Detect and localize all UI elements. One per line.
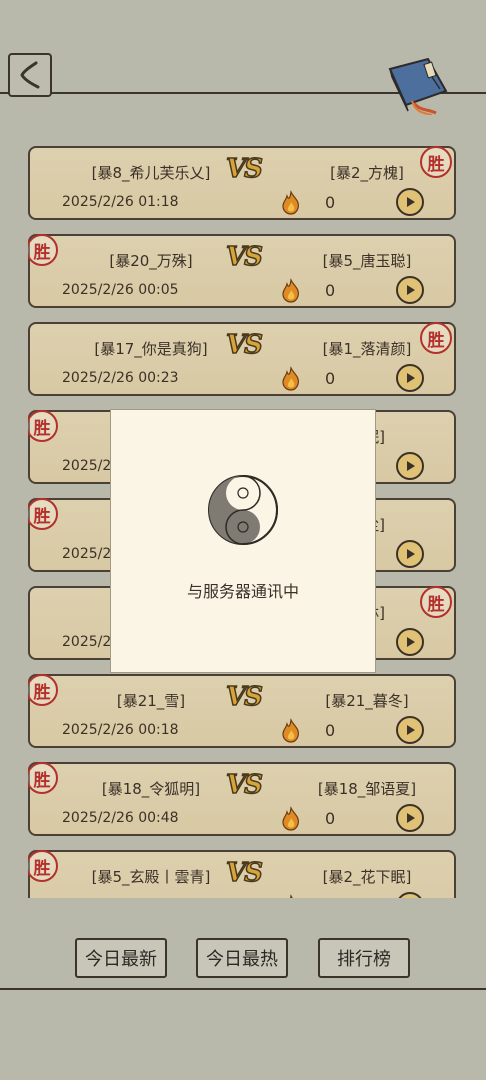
player-left-name: [暴18_令狐明]: [101, 780, 201, 798]
fire-icon: [282, 806, 299, 831]
fire-icon: [286, 894, 293, 898]
tab-today-hottest[interactable]: 今日最热: [196, 938, 288, 978]
fire-icon: [282, 366, 299, 391]
match-card[interactable]: 胜 [暴20_万殊] VS [暴5_唐玉聪] 2025/2/26 00:05 0: [28, 234, 456, 308]
fire-icon: [282, 190, 299, 215]
win-seal-icon: 胜: [28, 850, 58, 882]
heat-count: 0: [325, 281, 336, 300]
player-left-name: [暴5_玄殿丨雲青]: [91, 868, 211, 886]
play-icon: [407, 373, 415, 383]
player-right-name: [暴1_落清颜]: [322, 340, 412, 358]
match-card[interactable]: 胜 [暴8_希儿芙乐乂] VS [暴2_方槐] 2025/2/26 01:18 0: [28, 146, 456, 220]
play-icon: [407, 461, 415, 471]
match-card[interactable]: 胜 [暴5_玄殿丨雲青] VS [暴2_花下眠]: [28, 850, 456, 898]
win-seal-icon: 胜: [28, 762, 58, 794]
vs-label: VS: [225, 857, 263, 889]
win-seal-icon: 胜: [28, 498, 58, 530]
replay-button[interactable]: [396, 452, 424, 480]
heat-count: 0: [325, 369, 336, 388]
replay-button[interactable]: [396, 188, 424, 216]
match-time: 2025/2/26 00:23: [62, 370, 179, 386]
match-time: 2025/2/: [62, 546, 116, 562]
win-seal-icon: 胜: [28, 410, 58, 442]
vs-label: VS: [225, 681, 263, 713]
replay-button[interactable]: [396, 804, 424, 832]
play-icon: [407, 549, 415, 559]
replay-button[interactable]: [396, 628, 424, 656]
play-icon: [407, 813, 415, 823]
player-right-name: [暴21_暮冬]: [325, 692, 409, 710]
player-left-name: [暴17_你是真狗]: [94, 340, 208, 358]
vs-label: VS: [225, 329, 263, 361]
player-right-name: [暴2_方槐]: [330, 164, 404, 182]
yin-yang-icon: [208, 475, 278, 545]
match-time: 2025/2/26 01:18: [62, 194, 179, 210]
play-icon: [407, 725, 415, 735]
player-right-name: [暴5_唐玉聪]: [322, 252, 412, 270]
match-card[interactable]: 胜 [暴17_你是真狗] VS [暴1_落清颜] 2025/2/26 00:23 0: [28, 322, 456, 396]
heat-count: 0: [325, 721, 336, 740]
match-time: 2025/2/26 00:18: [62, 722, 179, 738]
player-right-name: [暴18_邹语夏]: [317, 780, 417, 798]
back-button[interactable]: [8, 53, 52, 97]
vs-label: VS: [225, 769, 263, 801]
tab-today-latest[interactable]: 今日最新: [75, 938, 167, 978]
match-time: 2025/2/26 00:48: [62, 810, 179, 826]
play-icon: [407, 197, 415, 207]
player-right-name: [暴2_花下眠]: [322, 868, 412, 886]
player-left-name: [暴21_雪]: [116, 692, 186, 710]
match-time: 2025/2/26 00:05: [62, 282, 179, 298]
play-icon: [407, 637, 415, 647]
bottom-divider: [0, 988, 486, 990]
tab-leaderboard[interactable]: 排行榜: [318, 938, 410, 978]
loading-dialog: 与服务器通讯中: [110, 409, 376, 673]
match-time: 2025/2/: [62, 458, 116, 474]
back-chevron-icon: [20, 61, 40, 89]
fire-icon: [282, 718, 299, 743]
replay-button[interactable]: [396, 276, 424, 304]
heat-count: 0: [325, 193, 336, 212]
win-seal-icon: 胜: [28, 234, 58, 266]
match-time: 2025/2/: [62, 634, 116, 650]
win-seal-icon: 胜: [28, 674, 58, 706]
replay-button[interactable]: [396, 892, 424, 898]
replay-button[interactable]: [396, 716, 424, 744]
match-card[interactable]: 胜 [暴18_令狐明] VS [暴18_邹语夏] 2025/2/26 00:48 0: [28, 762, 456, 836]
vs-label: VS: [225, 153, 263, 185]
player-left-name: [暴8_希儿芙乐乂]: [91, 164, 211, 182]
player-left-name: [暴20_万殊]: [109, 252, 193, 270]
blue-book-icon[interactable]: [384, 55, 454, 115]
loading-message: 与服务器通讯中: [186, 582, 299, 601]
replay-button[interactable]: [396, 364, 424, 392]
replay-button[interactable]: [396, 540, 424, 568]
fire-icon: [282, 278, 299, 303]
heat-count: 0: [325, 809, 336, 828]
vs-label: VS: [225, 241, 263, 273]
play-icon: [407, 285, 415, 295]
match-card[interactable]: 胜 [暴21_雪] VS [暴21_暮冬] 2025/2/26 00:18 0: [28, 674, 456, 748]
